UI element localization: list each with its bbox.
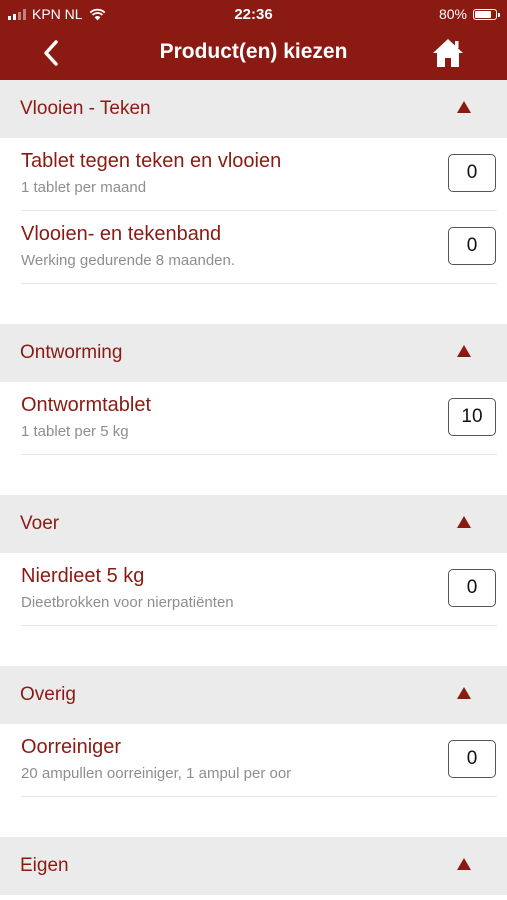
item-name: Ontwormtablet xyxy=(21,394,152,416)
divider xyxy=(21,283,497,284)
section-header-eigen[interactable]: Eigen xyxy=(0,837,507,895)
section-spacer xyxy=(0,284,507,324)
section-header-overig[interactable]: Overig xyxy=(0,666,507,724)
quantity-input[interactable] xyxy=(448,154,496,192)
section-spacer xyxy=(0,455,507,495)
list-item: Vlooien- en tekenband Werking gedurende … xyxy=(0,211,507,284)
item-description: Dieetbrokken voor nierpatiënten xyxy=(21,594,234,611)
section-title: Vlooien - Teken xyxy=(20,98,151,119)
item-name: Vlooien- en tekenband xyxy=(21,223,222,245)
item-name: Tablet tegen teken en vlooien xyxy=(21,150,282,172)
section-title: Overig xyxy=(20,684,76,705)
triangle-up-icon xyxy=(457,516,471,528)
divider xyxy=(21,796,497,797)
status-bar: KPN NL 22:36 80% xyxy=(0,0,507,28)
section-header-voer[interactable]: Voer xyxy=(0,495,507,553)
battery-icon xyxy=(473,8,500,20)
list-item: Tablet tegen teken en vlooien 1 tablet p… xyxy=(0,138,507,211)
status-right: 80% xyxy=(438,6,500,22)
item-description: Werking gedurende 8 maanden. xyxy=(21,252,236,269)
quantity-input[interactable] xyxy=(448,740,496,778)
section-title: Voer xyxy=(20,513,60,534)
triangle-up-icon xyxy=(457,345,471,357)
quantity-input[interactable] xyxy=(448,398,496,436)
list-item: Ontwormtablet 1 tablet per 5 kg xyxy=(0,382,507,455)
item-name: Oorreiniger xyxy=(21,736,122,758)
divider xyxy=(21,625,497,626)
triangle-up-icon xyxy=(457,101,471,113)
section-spacer xyxy=(0,797,507,837)
status-time: 22:36 xyxy=(234,6,273,23)
quantity-input[interactable] xyxy=(448,227,496,265)
section-spacer xyxy=(0,626,507,666)
item-description: 1 tablet per maand xyxy=(21,179,147,196)
section-header-ontworming[interactable]: Ontworming xyxy=(0,324,507,382)
section-title: Eigen xyxy=(20,855,69,876)
triangle-up-icon xyxy=(457,858,471,870)
section-title: Ontworming xyxy=(20,342,123,363)
battery-percent: 80% xyxy=(438,6,467,22)
item-description: 1 tablet per 5 kg xyxy=(21,423,129,440)
quantity-input[interactable] xyxy=(448,569,496,607)
section-header-vlooien-teken[interactable]: Vlooien - Teken xyxy=(0,80,507,138)
list-item: Nierdieet 5 kg Dieetbrokken voor nierpat… xyxy=(0,553,507,626)
list-item: Oorreiniger 20 ampullen oorreiniger, 1 a… xyxy=(0,724,507,797)
home-icon[interactable] xyxy=(430,36,466,70)
product-list: Vlooien - Teken Tablet tegen teken en vl… xyxy=(0,80,507,895)
item-description: 20 ampullen oorreiniger, 1 ampul per oor xyxy=(21,765,292,782)
top-bar: KPN NL 22:36 80% Product(en) kiezen xyxy=(0,0,507,80)
divider xyxy=(21,454,497,455)
battery-fill xyxy=(475,10,491,18)
triangle-up-icon xyxy=(457,687,471,699)
item-name: Nierdieet 5 kg xyxy=(21,565,145,587)
